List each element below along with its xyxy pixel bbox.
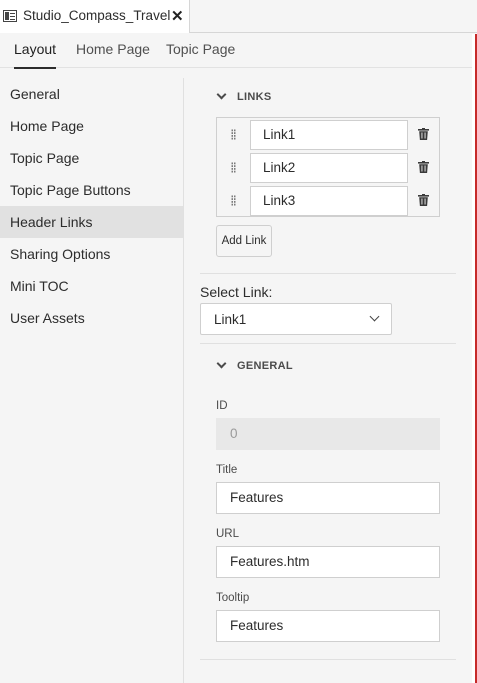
sidebar-divider xyxy=(183,78,184,683)
list-item: Link2 xyxy=(217,151,439,184)
id-field: 0 xyxy=(216,418,440,450)
sidebar: General Home Page Topic Page Topic Page … xyxy=(0,78,183,334)
tooltip-field[interactable]: Features xyxy=(216,610,440,642)
link-name-input[interactable]: Link1 xyxy=(250,120,408,150)
divider xyxy=(200,273,456,274)
sidebar-item-header-links[interactable]: Header Links xyxy=(0,206,183,238)
preview-edge xyxy=(472,34,477,683)
top-tabs: Layout Home Page Topic Page xyxy=(0,34,472,69)
drag-handle-icon[interactable] xyxy=(231,195,236,206)
chevron-down-icon[interactable] xyxy=(216,358,227,369)
divider xyxy=(200,659,456,660)
select-link-dropdown[interactable]: Link1 xyxy=(200,303,392,335)
drag-handle-icon[interactable] xyxy=(231,129,236,140)
sidebar-item-general[interactable]: General xyxy=(0,78,183,110)
links-list: Link1 Link2 Link3 xyxy=(216,117,440,217)
sidebar-item-sharing-options[interactable]: Sharing Options xyxy=(0,238,183,270)
document-tabstrip: Studio_Compass_Travel ✕ xyxy=(0,0,477,33)
general-section-header[interactable]: GENERAL xyxy=(237,360,293,372)
list-item: Link1 xyxy=(217,118,439,151)
links-section-header[interactable]: LINKS xyxy=(237,91,272,103)
sidebar-item-mini-toc[interactable]: Mini TOC xyxy=(0,270,183,302)
chevron-down-icon xyxy=(369,311,380,322)
divider xyxy=(200,343,456,344)
document-tab[interactable]: Studio_Compass_Travel ✕ xyxy=(0,0,190,33)
drag-handle-icon[interactable] xyxy=(231,162,236,173)
title-label: Title xyxy=(216,464,238,476)
sidebar-item-home-page[interactable]: Home Page xyxy=(0,110,183,142)
trash-icon[interactable] xyxy=(418,161,429,173)
trash-icon[interactable] xyxy=(418,128,429,140)
sidebar-item-topic-page-buttons[interactable]: Topic Page Buttons xyxy=(0,174,183,206)
tab-topic-page[interactable]: Topic Page xyxy=(166,41,235,67)
tooltip-label: Tooltip xyxy=(216,592,250,604)
list-item: Link3 xyxy=(217,184,439,217)
document-icon xyxy=(3,10,17,22)
title-field[interactable]: Features xyxy=(216,482,440,514)
chevron-down-icon[interactable] xyxy=(216,89,227,100)
add-link-button[interactable]: Add Link xyxy=(216,225,272,257)
link-name-input[interactable]: Link3 xyxy=(250,186,408,216)
sidebar-item-topic-page[interactable]: Topic Page xyxy=(0,142,183,174)
trash-icon[interactable] xyxy=(418,194,429,206)
select-link-label: Select Link: xyxy=(200,284,273,300)
url-label: URL xyxy=(216,528,240,540)
id-label: ID xyxy=(216,400,228,412)
tab-layout[interactable]: Layout xyxy=(14,41,57,69)
select-link-value: Link1 xyxy=(214,312,247,327)
url-field[interactable]: Features.htm xyxy=(216,546,440,578)
tab-home-page[interactable]: Home Page xyxy=(76,41,150,67)
document-title: Studio_Compass_Travel xyxy=(23,8,171,23)
close-icon[interactable]: ✕ xyxy=(171,7,184,25)
sidebar-item-user-assets[interactable]: User Assets xyxy=(0,302,183,334)
link-name-input[interactable]: Link2 xyxy=(250,153,408,183)
